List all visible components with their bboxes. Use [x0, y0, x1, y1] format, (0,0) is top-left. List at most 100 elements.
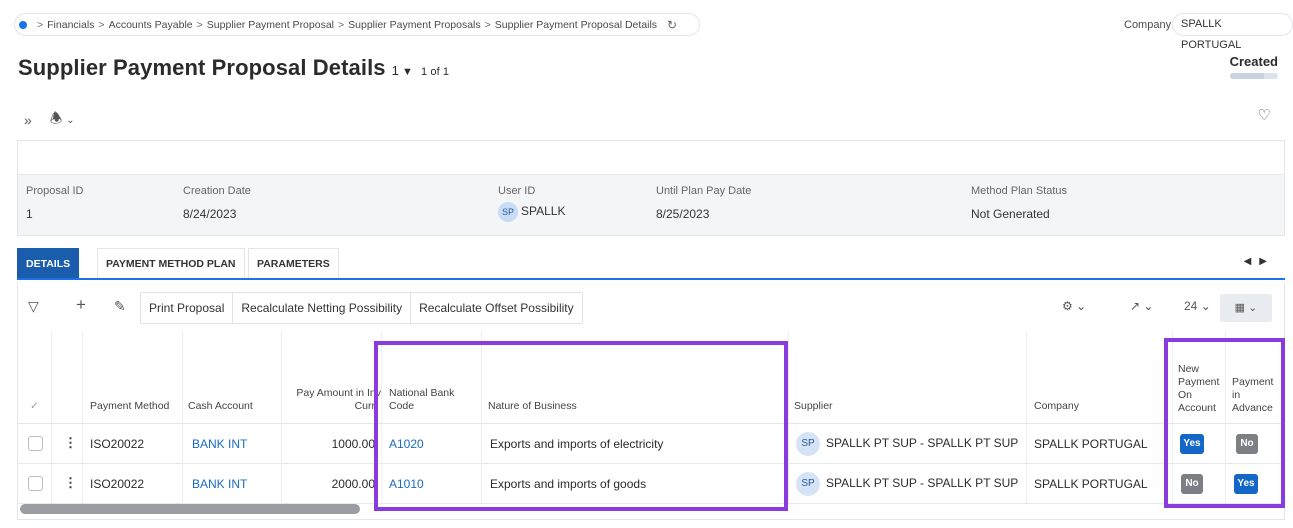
field-label: Until Plan Pay Date [656, 185, 752, 197]
field-label: Proposal ID [26, 185, 84, 197]
col-payment-method[interactable]: Payment Method [90, 400, 169, 413]
col-payment-in-advance[interactable]: Payment in Advance [1232, 376, 1273, 415]
cell-bank-code[interactable]: A1010 [389, 477, 424, 491]
col-company[interactable]: Company [1034, 400, 1079, 413]
tab-scroll-arrows-icon[interactable]: ◀▶ [1244, 256, 1275, 267]
field-value: 8/25/2023 [656, 207, 710, 221]
heart-icon[interactable]: ♡ [1258, 106, 1271, 124]
grid-toolbar: ▽ + ✎ Print Proposal Recalculate Netting… [18, 290, 1284, 324]
card-empty-band [18, 141, 1284, 175]
tab-parameters[interactable]: PARAMETERS [248, 248, 339, 278]
new-payment-on-account-badge: Yes [1180, 434, 1204, 454]
field-label: Creation Date [183, 185, 251, 197]
status-progress-fill [1230, 73, 1264, 79]
table-row[interactable]: ⋮ ISO20022 BANK INT 1000.00 A1020 Export… [18, 424, 1284, 464]
cell-nature: Exports and imports of goods [490, 477, 647, 491]
tab-payment-method-plan[interactable]: PAYMENT METHOD PLAN [97, 248, 245, 278]
bell-icon[interactable]: 🕭 ⌄ [50, 108, 75, 132]
supplier-name: SPALLK PT SUP - SPALLK PT SUP [826, 436, 1019, 451]
col-national-bank-code[interactable]: National Bank Code [389, 387, 454, 413]
payment-in-advance-badge: Yes [1234, 474, 1258, 494]
toolbar-button-group: Print Proposal Recalculate Netting Possi… [140, 292, 583, 324]
tab-details[interactable]: DETAILS [17, 248, 80, 278]
breadcrumb-separator-icon: > [484, 18, 491, 31]
edit-icon[interactable]: ✎ [114, 298, 126, 315]
creation-date-field: Creation Date 8/24/2023 [183, 185, 251, 221]
print-proposal-button[interactable]: Print Proposal [141, 293, 234, 323]
filter-icon[interactable]: ▽ [28, 298, 39, 315]
col-national-bank-line1: National Bank [389, 387, 455, 399]
add-icon[interactable]: + [76, 295, 86, 315]
status-badge: Created [1229, 54, 1278, 69]
cell-cash-account[interactable]: BANK INT [192, 437, 247, 451]
user-id-value[interactable]: SPALLK [521, 204, 565, 218]
cell-supplier[interactable]: SP SPALLK PT SUP - SPALLK PT SUP [796, 432, 1018, 456]
field-value: Not Generated [971, 207, 1050, 221]
cell-supplier[interactable]: SP SPALLK PT SUP - SPALLK PT SUP [796, 472, 1018, 496]
expand-icon[interactable]: » [24, 112, 32, 128]
row-checkbox[interactable] [28, 436, 43, 451]
select-all-checkbox[interactable]: ✓ [30, 400, 39, 413]
table-row[interactable]: ⋮ ISO20022 BANK INT 2000.00 A1010 Export… [18, 464, 1284, 504]
top-bar: > Financials > Accounts Payable > Suppli… [0, 0, 1293, 51]
breadcrumb-item[interactable]: Financials [47, 19, 94, 31]
cell-amount: 2000.00 [331, 477, 375, 491]
details-grid: ▽ + ✎ Print Proposal Recalculate Netting… [17, 282, 1285, 520]
refresh-icon[interactable]: ↻ [667, 18, 677, 32]
field-label: Method Plan Status [971, 185, 1068, 197]
cell-company: SPALLK PORTUGAL [1034, 477, 1148, 491]
col-nature-of-business[interactable]: Nature of Business [488, 400, 577, 413]
cell-cash-account[interactable]: BANK INT [192, 477, 247, 491]
col-cash-account[interactable]: Cash Account [188, 400, 253, 413]
breadcrumb-item[interactable]: Accounts Payable [109, 19, 193, 31]
breadcrumb-separator-icon: > [338, 18, 345, 31]
page-title-text: Supplier Payment Proposal Details [18, 55, 386, 80]
breadcrumb-item-current: Supplier Payment Proposal Details [494, 18, 658, 31]
record-dropdown-icon[interactable]: ▼ [402, 66, 413, 78]
col-new-payment-line4: Account [1178, 402, 1216, 414]
row-checkbox[interactable] [28, 476, 43, 491]
header-card: Proposal ID 1 Creation Date 8/24/2023 Us… [17, 140, 1285, 236]
supplier-name: SPALLK PT SUP - SPALLK PT SUP [826, 476, 1019, 491]
cell-payment-method: ISO20022 [90, 477, 145, 491]
status-progress-bar [1230, 73, 1278, 79]
breadcrumb-item[interactable]: Supplier Payment Proposals [348, 19, 481, 31]
col-pay-amount[interactable]: Pay Amount in Inv Curr [291, 387, 381, 413]
view-toggle-button[interactable]: ▦ ⌄ [1220, 294, 1272, 322]
export-icon[interactable]: ↗ ⌄ [1130, 299, 1153, 313]
row-menu-icon[interactable]: ⋮ [64, 435, 77, 451]
breadcrumb-separator-icon: > [196, 18, 203, 31]
row-menu-icon[interactable]: ⋮ [64, 475, 77, 491]
cell-payment-method: ISO20022 [90, 437, 145, 451]
field-value: SP SPALLK [498, 202, 565, 222]
field-label: User ID [498, 185, 536, 197]
col-new-payment-line1: New [1178, 363, 1200, 375]
col-pay-amount-line1: Pay Amount in Inv [296, 387, 381, 399]
breadcrumb: > Financials > Accounts Payable > Suppli… [14, 13, 700, 36]
field-value: 1 [26, 207, 33, 221]
settings-gear-icon[interactable]: ⚙ ⌄ [1062, 299, 1086, 313]
nav-dot-icon[interactable] [19, 20, 27, 29]
cell-nature: Exports and imports of electricity [490, 437, 664, 451]
cell-bank-code[interactable]: A1020 [389, 437, 424, 451]
breadcrumb-separator-icon: > [37, 18, 44, 31]
recalculate-offset-button[interactable]: Recalculate Offset Possibility [411, 293, 582, 323]
col-new-payment-on-account[interactable]: New Payment On Account [1178, 363, 1219, 415]
new-payment-on-account-badge: No [1181, 474, 1203, 494]
status-area: Created [1230, 54, 1278, 79]
avatar: SP [796, 432, 820, 456]
col-national-bank-line2: Code [389, 400, 415, 412]
field-value: 8/24/2023 [183, 207, 237, 221]
recalculate-netting-button[interactable]: Recalculate Netting Possibility [233, 293, 412, 323]
proposal-id-field: Proposal ID 1 [26, 185, 83, 221]
page-size-select[interactable]: 24 ⌄ [1184, 299, 1211, 313]
tab-bar: DETAILS PAYMENT METHOD PLAN PARAMETERS ◀… [17, 248, 1285, 280]
col-supplier[interactable]: Supplier [794, 400, 833, 413]
payment-in-advance-badge: No [1236, 434, 1258, 454]
horizontal-scrollbar[interactable] [20, 504, 360, 514]
breadcrumb-separator-icon: > [98, 18, 105, 31]
col-payment-adv-line1: Payment [1232, 376, 1274, 388]
company-selector[interactable]: SPALLK PORTUGAL [1172, 13, 1293, 51]
breadcrumb-item[interactable]: Supplier Payment Proposal [207, 19, 334, 31]
page-title: Supplier Payment Proposal Details 1 ▼ 1 of … [18, 55, 449, 81]
